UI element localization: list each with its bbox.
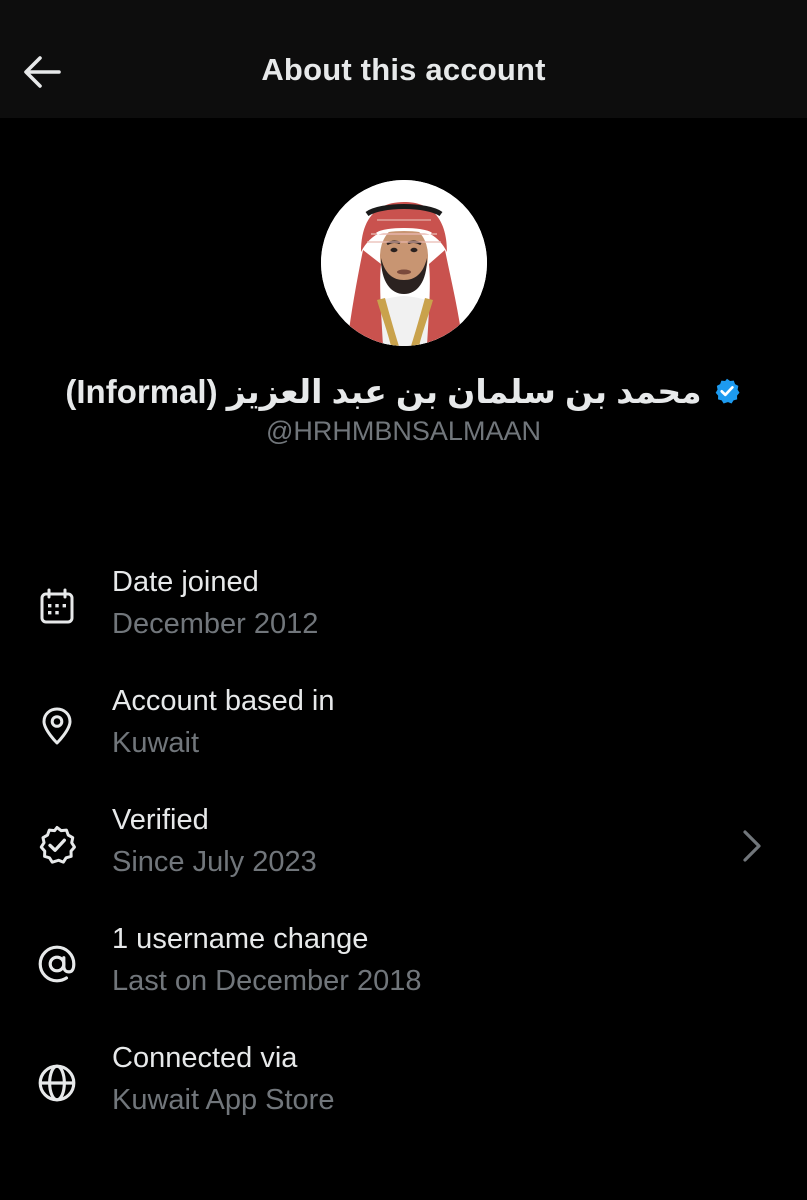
info-value: Kuwait <box>112 727 200 759</box>
info-title: Date joined <box>112 566 259 598</box>
calendar-icon <box>33 583 81 631</box>
avatar[interactable] <box>321 180 487 346</box>
info-title: 1 username change <box>112 923 369 955</box>
info-title: Connected via <box>112 1042 298 1074</box>
profile-name-row: محمد بن سلمان بن عبد العزيز (Informal) <box>0 366 807 416</box>
info-row-date-joined: Date joined December 2012 <box>0 566 807 666</box>
verified-badge-icon[interactable] <box>712 376 742 406</box>
top-bar: About this account <box>0 0 807 118</box>
location-pin-icon <box>33 702 81 750</box>
globe-icon <box>33 1059 81 1107</box>
verified-check-icon <box>33 821 81 869</box>
info-row-verified[interactable]: Verified Since July 2023 <box>0 804 807 904</box>
page-title: About this account <box>261 52 546 87</box>
info-value: Since July 2023 <box>112 846 317 878</box>
info-row-connected-via: Connected via Kuwait App Store <box>0 1042 807 1142</box>
info-title: Account based in <box>112 685 335 717</box>
chevron-right-icon[interactable] <box>737 826 767 866</box>
info-value: Last on December 2018 <box>112 965 422 997</box>
avatar-image <box>321 180 487 346</box>
info-title: Verified <box>112 804 209 836</box>
at-sign-icon <box>33 940 81 988</box>
info-value: Kuwait App Store <box>112 1084 335 1116</box>
info-row-username-change: 1 username change Last on December 2018 <box>0 923 807 1023</box>
info-row-account-based-in: Account based in Kuwait <box>0 685 807 785</box>
info-value: December 2012 <box>112 608 319 640</box>
display-name: محمد بن سلمان بن عبد العزيز (Informal) <box>65 372 702 410</box>
username-handle: @HRHMBNSALMAAN <box>266 416 541 446</box>
